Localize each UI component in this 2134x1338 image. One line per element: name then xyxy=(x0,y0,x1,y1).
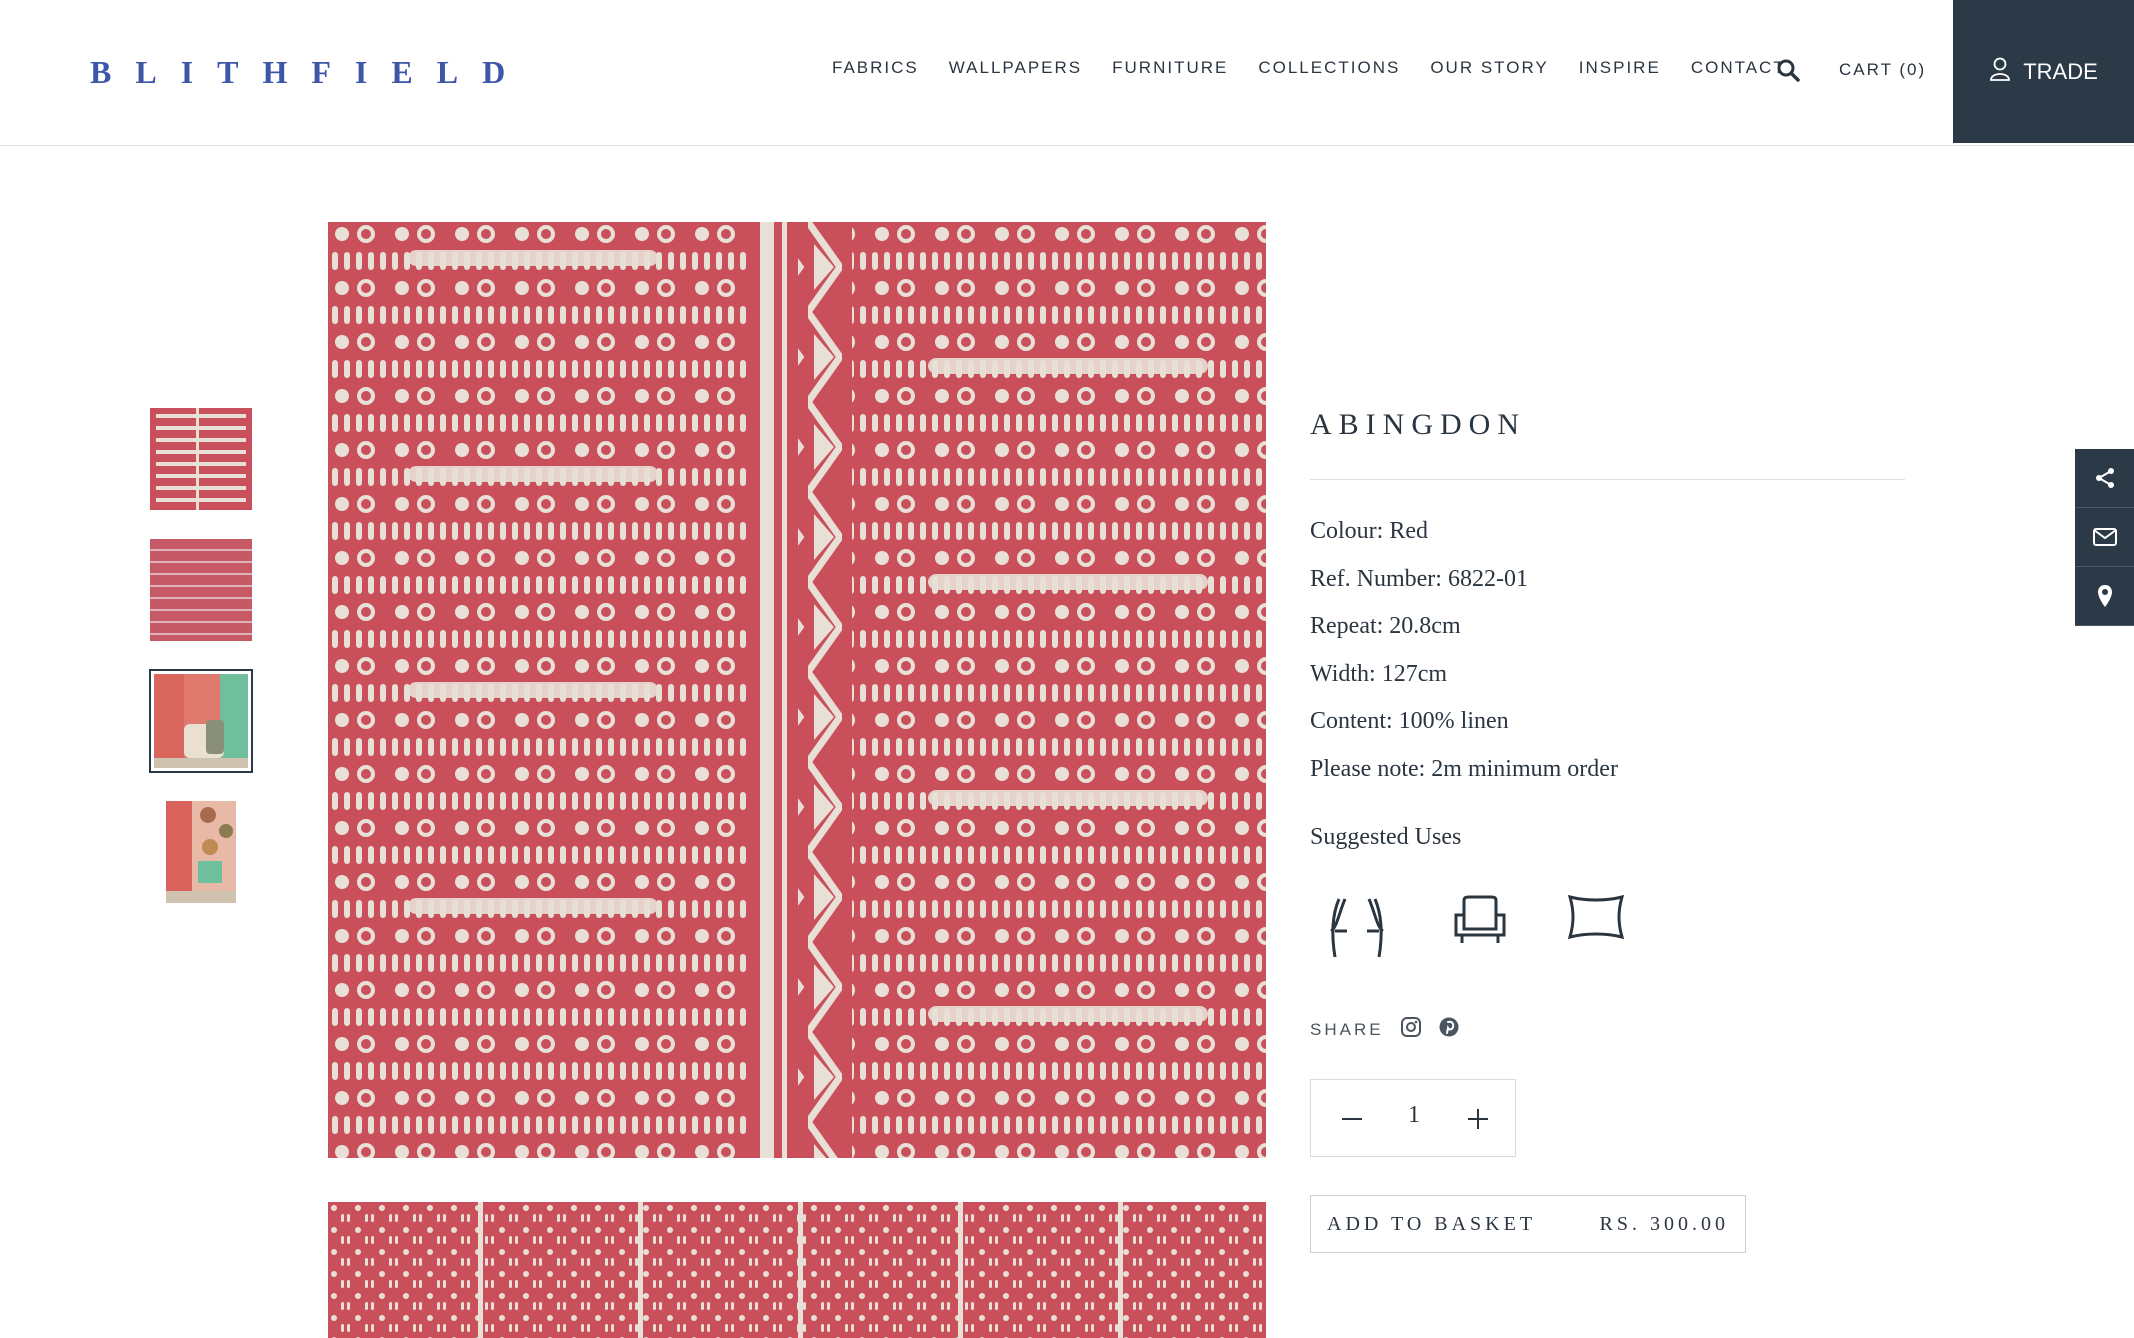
map-pin-icon[interactable] xyxy=(2075,567,2134,626)
pinterest-icon[interactable] xyxy=(1438,1016,1460,1043)
product-price: RS. 300.00 xyxy=(1599,1213,1729,1235)
search-icon[interactable] xyxy=(1776,58,1802,84)
nav-item-furniture[interactable]: FURNITURE xyxy=(1112,58,1228,78)
main-product-image[interactable] xyxy=(328,222,1266,1158)
thumbnail-4[interactable] xyxy=(150,801,252,903)
nav-item-contact[interactable]: CONTACT xyxy=(1691,58,1786,78)
nav-item-our-story[interactable]: OUR STORY xyxy=(1430,58,1548,78)
trade-button[interactable]: TRADE xyxy=(1953,0,2134,143)
nav-item-wallpapers[interactable]: WALLPAPERS xyxy=(949,58,1082,78)
share-icon[interactable] xyxy=(2075,449,2134,508)
quantity-stepper: 1 xyxy=(1310,1079,1516,1157)
spec-width: Width: 127cm xyxy=(1310,661,1448,687)
decrease-quantity-button[interactable] xyxy=(1335,1102,1369,1136)
secondary-product-image[interactable] xyxy=(328,1202,1266,1338)
add-to-basket-label: ADD TO BASKET xyxy=(1327,1213,1537,1235)
spec-colour: Colour: Red xyxy=(1310,518,1428,544)
suggested-uses-label: Suggested Uses xyxy=(1310,824,1462,850)
thumbnail-2[interactable] xyxy=(150,539,252,641)
nav-item-inspire[interactable]: INSPIRE xyxy=(1579,58,1661,78)
add-to-basket-button[interactable]: ADD TO BASKET RS. 300.00 xyxy=(1310,1195,1746,1253)
instagram-icon[interactable] xyxy=(1400,1016,1422,1043)
spec-content: Content: 100% linen xyxy=(1310,708,1509,734)
thumbnail-3[interactable] xyxy=(149,669,253,773)
cart-link[interactable]: CART (0) xyxy=(1839,60,1926,80)
brand-logo[interactable]: BLITHFIELD xyxy=(90,54,529,91)
product-title: ABINGDON xyxy=(1310,408,1526,441)
spec-repeat: Repeat: 20.8cm xyxy=(1310,613,1461,639)
armchair-icon xyxy=(1452,893,1508,954)
title-divider xyxy=(1310,479,1905,480)
mail-icon[interactable] xyxy=(2075,508,2134,567)
spec-ref-number: Ref. Number: 6822-01 xyxy=(1310,566,1528,592)
quantity-value[interactable]: 1 xyxy=(1399,1102,1429,1129)
cushion-icon xyxy=(1566,893,1626,946)
nav-item-fabrics[interactable]: FABRICS xyxy=(832,58,919,78)
share-label: SHARE xyxy=(1310,1020,1384,1039)
site-header: BLITHFIELD FABRICS WALLPAPERS FURNITURE … xyxy=(0,0,2134,146)
thumbnail-1[interactable] xyxy=(150,408,252,510)
spec-minimum-order: Please note: 2m minimum order xyxy=(1310,756,1618,782)
nav-item-collections[interactable]: COLLECTIONS xyxy=(1258,58,1400,78)
main-nav: FABRICS WALLPAPERS FURNITURE COLLECTIONS… xyxy=(832,58,1816,78)
curtains-icon xyxy=(1325,893,1389,968)
side-action-bar xyxy=(2075,449,2134,626)
increase-quantity-button[interactable] xyxy=(1461,1102,1495,1136)
user-icon xyxy=(1989,57,2011,86)
trade-label: TRADE xyxy=(2023,58,2098,84)
